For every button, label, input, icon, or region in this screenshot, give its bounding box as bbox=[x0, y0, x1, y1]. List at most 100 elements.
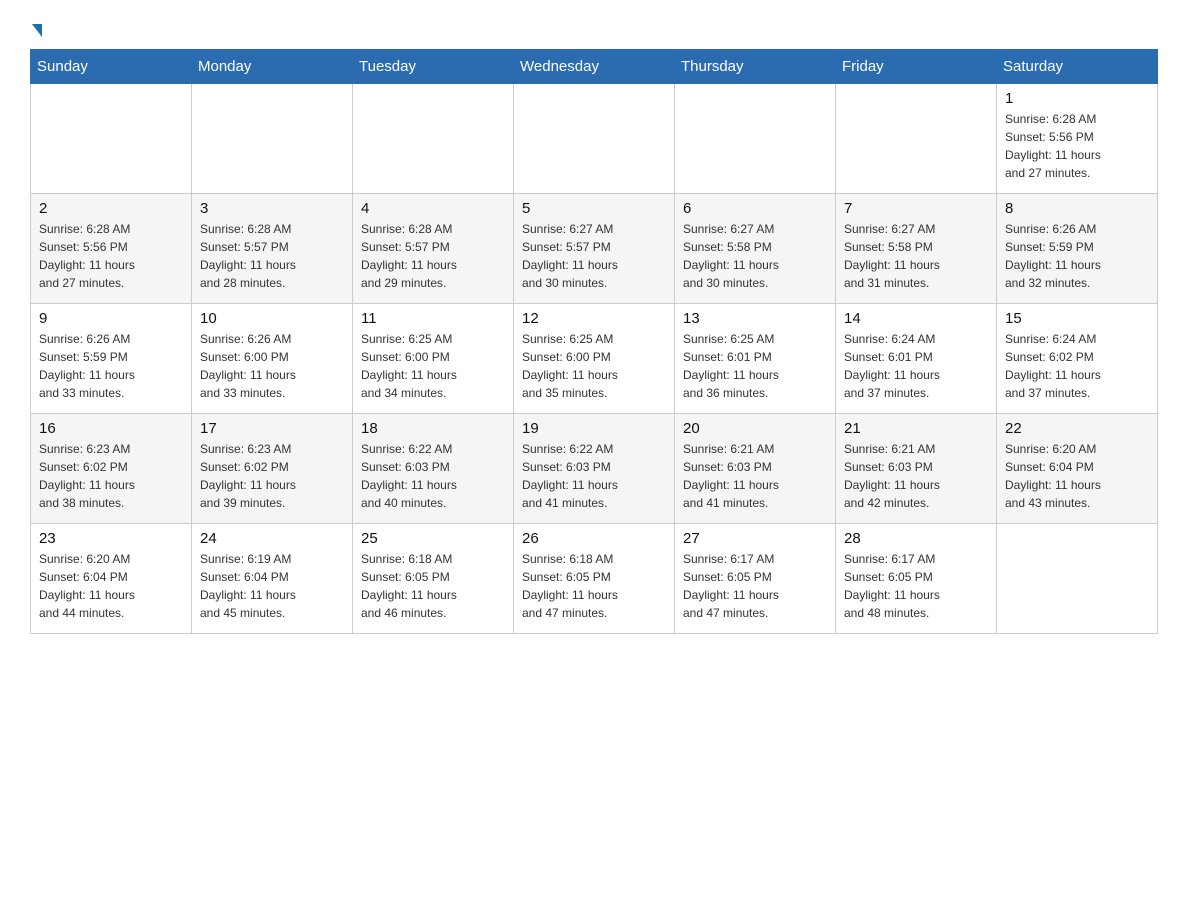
logo-arrow-icon bbox=[32, 24, 42, 37]
day-info: Sunrise: 6:17 AM Sunset: 6:05 PM Dayligh… bbox=[844, 550, 988, 622]
day-number: 22 bbox=[1005, 420, 1149, 437]
calendar-cell: 25 Sunrise: 6:18 AM Sunset: 6:05 PM Dayli… bbox=[353, 524, 514, 634]
weekday-header-thursday: Thursday bbox=[675, 50, 836, 84]
day-number: 15 bbox=[1005, 310, 1149, 327]
weekday-header-tuesday: Tuesday bbox=[353, 50, 514, 84]
calendar-cell: 16 Sunrise: 6:23 AM Sunset: 6:02 PM Dayli… bbox=[31, 414, 192, 524]
calendar-cell: 11 Sunrise: 6:25 AM Sunset: 6:00 PM Dayli… bbox=[353, 304, 514, 414]
day-info: Sunrise: 6:18 AM Sunset: 6:05 PM Dayligh… bbox=[361, 550, 505, 622]
day-number: 24 bbox=[200, 530, 344, 547]
day-number: 11 bbox=[361, 310, 505, 327]
day-number: 18 bbox=[361, 420, 505, 437]
calendar-cell: 2Sunrise: 6:28 AM Sunset: 5:56 PM Daylig… bbox=[31, 194, 192, 304]
calendar-cell: 8 Sunrise: 6:26 AM Sunset: 5:59 PM Daylig… bbox=[997, 194, 1158, 304]
calendar-cell: 27 Sunrise: 6:17 AM Sunset: 6:05 PM Dayli… bbox=[675, 524, 836, 634]
day-info: Sunrise: 6:27 AM Sunset: 5:58 PM Dayligh… bbox=[683, 220, 827, 292]
page-header bbox=[30, 20, 1158, 33]
day-number: 17 bbox=[200, 420, 344, 437]
day-number: 28 bbox=[844, 530, 988, 547]
day-info: Sunrise: 6:28 AM Sunset: 5:56 PM Dayligh… bbox=[39, 220, 183, 292]
day-info: Sunrise: 6:17 AM Sunset: 6:05 PM Dayligh… bbox=[683, 550, 827, 622]
calendar-cell: 23 Sunrise: 6:20 AM Sunset: 6:04 PM Dayli… bbox=[31, 524, 192, 634]
day-info: Sunrise: 6:22 AM Sunset: 6:03 PM Dayligh… bbox=[522, 440, 666, 512]
day-number: 6 bbox=[683, 200, 827, 217]
day-number: 12 bbox=[522, 310, 666, 327]
day-info: Sunrise: 6:23 AM Sunset: 6:02 PM Dayligh… bbox=[39, 440, 183, 512]
calendar-cell: 24 Sunrise: 6:19 AM Sunset: 6:04 PM Dayli… bbox=[192, 524, 353, 634]
calendar-cell bbox=[192, 84, 353, 194]
calendar-cell: 3Sunrise: 6:28 AM Sunset: 5:57 PM Daylig… bbox=[192, 194, 353, 304]
day-info: Sunrise: 6:20 AM Sunset: 6:04 PM Dayligh… bbox=[39, 550, 183, 622]
calendar-table: SundayMondayTuesdayWednesdayThursdayFrid… bbox=[30, 49, 1158, 634]
calendar-cell: 6 Sunrise: 6:27 AM Sunset: 5:58 PM Daylig… bbox=[675, 194, 836, 304]
calendar-cell bbox=[836, 84, 997, 194]
calendar-cell bbox=[997, 524, 1158, 634]
calendar-cell bbox=[31, 84, 192, 194]
calendar-cell: 19 Sunrise: 6:22 AM Sunset: 6:03 PM Dayli… bbox=[514, 414, 675, 524]
day-info: Sunrise: 6:23 AM Sunset: 6:02 PM Dayligh… bbox=[200, 440, 344, 512]
calendar-week-row: 16 Sunrise: 6:23 AM Sunset: 6:02 PM Dayli… bbox=[31, 414, 1158, 524]
day-number: 13 bbox=[683, 310, 827, 327]
calendar-cell: 4Sunrise: 6:28 AM Sunset: 5:57 PM Daylig… bbox=[353, 194, 514, 304]
calendar-cell: 13 Sunrise: 6:25 AM Sunset: 6:01 PM Dayli… bbox=[675, 304, 836, 414]
calendar-week-row: 1Sunrise: 6:28 AM Sunset: 5:56 PM Daylig… bbox=[31, 84, 1158, 194]
day-number: 5 bbox=[522, 200, 666, 217]
day-number: 19 bbox=[522, 420, 666, 437]
day-number: 20 bbox=[683, 420, 827, 437]
day-info: Sunrise: 6:25 AM Sunset: 6:01 PM Dayligh… bbox=[683, 330, 827, 402]
calendar-cell: 7 Sunrise: 6:27 AM Sunset: 5:58 PM Daylig… bbox=[836, 194, 997, 304]
day-info: Sunrise: 6:25 AM Sunset: 6:00 PM Dayligh… bbox=[361, 330, 505, 402]
weekday-header-wednesday: Wednesday bbox=[514, 50, 675, 84]
calendar-cell: 20 Sunrise: 6:21 AM Sunset: 6:03 PM Dayli… bbox=[675, 414, 836, 524]
calendar-cell: 5 Sunrise: 6:27 AM Sunset: 5:57 PM Daylig… bbox=[514, 194, 675, 304]
day-number: 10 bbox=[200, 310, 344, 327]
calendar-cell: 21 Sunrise: 6:21 AM Sunset: 6:03 PM Dayli… bbox=[836, 414, 997, 524]
day-info: Sunrise: 6:27 AM Sunset: 5:57 PM Dayligh… bbox=[522, 220, 666, 292]
calendar-cell: 14 Sunrise: 6:24 AM Sunset: 6:01 PM Dayli… bbox=[836, 304, 997, 414]
day-info: Sunrise: 6:18 AM Sunset: 6:05 PM Dayligh… bbox=[522, 550, 666, 622]
weekday-header-friday: Friday bbox=[836, 50, 997, 84]
day-number: 25 bbox=[361, 530, 505, 547]
day-info: Sunrise: 6:21 AM Sunset: 6:03 PM Dayligh… bbox=[844, 440, 988, 512]
day-number: 16 bbox=[39, 420, 183, 437]
weekday-header-monday: Monday bbox=[192, 50, 353, 84]
day-number: 27 bbox=[683, 530, 827, 547]
day-number: 14 bbox=[844, 310, 988, 327]
calendar-cell: 10Sunrise: 6:26 AM Sunset: 6:00 PM Dayli… bbox=[192, 304, 353, 414]
calendar-cell: 15 Sunrise: 6:24 AM Sunset: 6:02 PM Dayli… bbox=[997, 304, 1158, 414]
calendar-week-row: 23 Sunrise: 6:20 AM Sunset: 6:04 PM Dayli… bbox=[31, 524, 1158, 634]
day-info: Sunrise: 6:25 AM Sunset: 6:00 PM Dayligh… bbox=[522, 330, 666, 402]
calendar-cell: 1Sunrise: 6:28 AM Sunset: 5:56 PM Daylig… bbox=[997, 84, 1158, 194]
day-info: Sunrise: 6:26 AM Sunset: 5:59 PM Dayligh… bbox=[39, 330, 183, 402]
calendar-cell: 26 Sunrise: 6:18 AM Sunset: 6:05 PM Dayli… bbox=[514, 524, 675, 634]
day-number: 8 bbox=[1005, 200, 1149, 217]
day-number: 21 bbox=[844, 420, 988, 437]
calendar-cell: 28 Sunrise: 6:17 AM Sunset: 6:05 PM Dayli… bbox=[836, 524, 997, 634]
calendar-cell: 9 Sunrise: 6:26 AM Sunset: 5:59 PM Daylig… bbox=[31, 304, 192, 414]
day-number: 9 bbox=[39, 310, 183, 327]
day-info: Sunrise: 6:24 AM Sunset: 6:02 PM Dayligh… bbox=[1005, 330, 1149, 402]
logo bbox=[30, 20, 42, 33]
day-number: 3 bbox=[200, 200, 344, 217]
day-info: Sunrise: 6:21 AM Sunset: 6:03 PM Dayligh… bbox=[683, 440, 827, 512]
day-number: 7 bbox=[844, 200, 988, 217]
calendar-cell: 12 Sunrise: 6:25 AM Sunset: 6:00 PM Dayli… bbox=[514, 304, 675, 414]
calendar-cell bbox=[514, 84, 675, 194]
day-info: Sunrise: 6:26 AM Sunset: 5:59 PM Dayligh… bbox=[1005, 220, 1149, 292]
calendar-week-row: 2Sunrise: 6:28 AM Sunset: 5:56 PM Daylig… bbox=[31, 194, 1158, 304]
weekday-header-sunday: Sunday bbox=[31, 50, 192, 84]
day-info: Sunrise: 6:24 AM Sunset: 6:01 PM Dayligh… bbox=[844, 330, 988, 402]
day-number: 23 bbox=[39, 530, 183, 547]
calendar-cell: 18Sunrise: 6:22 AM Sunset: 6:03 PM Dayli… bbox=[353, 414, 514, 524]
calendar-week-row: 9 Sunrise: 6:26 AM Sunset: 5:59 PM Daylig… bbox=[31, 304, 1158, 414]
day-info: Sunrise: 6:27 AM Sunset: 5:58 PM Dayligh… bbox=[844, 220, 988, 292]
calendar-cell bbox=[675, 84, 836, 194]
day-info: Sunrise: 6:19 AM Sunset: 6:04 PM Dayligh… bbox=[200, 550, 344, 622]
day-number: 26 bbox=[522, 530, 666, 547]
day-info: Sunrise: 6:28 AM Sunset: 5:57 PM Dayligh… bbox=[361, 220, 505, 292]
calendar-cell bbox=[353, 84, 514, 194]
calendar-body: 1 Sunrise: 6:28 AM Sunset: 5:56 PM Daylig… bbox=[31, 84, 1158, 634]
day-number: 1 bbox=[1005, 90, 1149, 107]
day-info: Sunrise: 6:20 AM Sunset: 6:04 PM Dayligh… bbox=[1005, 440, 1149, 512]
calendar-cell: 17 Sunrise: 6:23 AM Sunset: 6:02 PM Dayli… bbox=[192, 414, 353, 524]
